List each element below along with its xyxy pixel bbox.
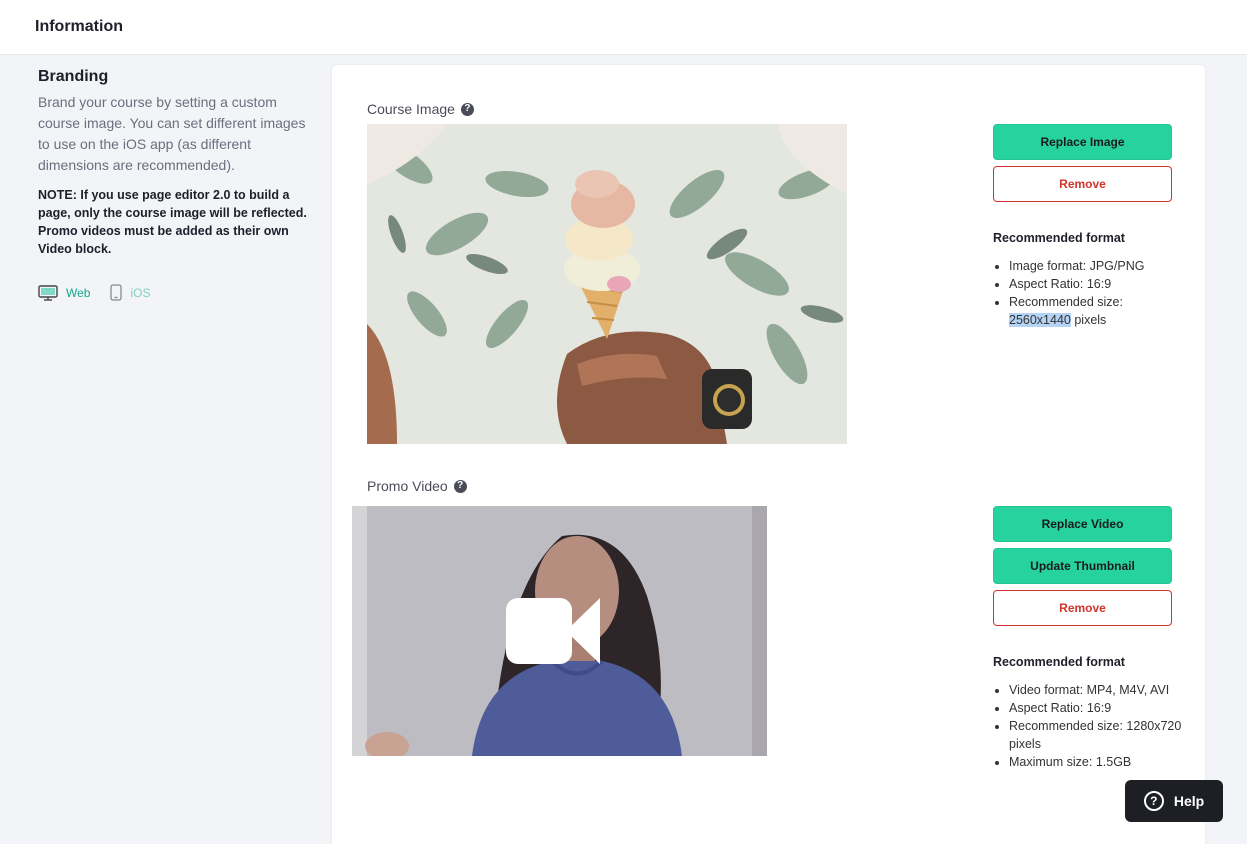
branding-title: Branding: [38, 68, 109, 85]
video-camera-icon: [506, 598, 600, 664]
image-format-item: Recommended size: 2560x1440 pixels: [1009, 293, 1183, 329]
course-image-label-text: Course Image: [367, 101, 455, 117]
monitor-icon: [38, 284, 58, 301]
image-size-suffix: pixels: [1070, 313, 1107, 327]
tab-ios[interactable]: iOS: [110, 284, 150, 301]
video-format-info: Recommended format Video format: MP4, M4…: [993, 655, 1183, 771]
replace-image-button[interactable]: Replace Image: [993, 124, 1172, 160]
help-label: Help: [1173, 793, 1205, 809]
replace-video-button[interactable]: Replace Video: [993, 506, 1172, 542]
video-format-item: Recommended size: 1280x720 pixels: [1009, 717, 1183, 753]
question-icon[interactable]: ?: [460, 102, 474, 116]
branding-panel: Branding Brand your course by setting a …: [38, 68, 320, 258]
image-size-label: Recommended size:: [1009, 295, 1123, 309]
phone-icon: [110, 284, 123, 301]
question-icon[interactable]: ?: [453, 479, 467, 493]
page-title: Information: [35, 18, 123, 35]
image-format-item: Image format: JPG/PNG: [1009, 257, 1183, 275]
video-format-item: Video format: MP4, M4V, AVI: [1009, 681, 1183, 699]
help-button[interactable]: ? Help: [1125, 780, 1223, 822]
remove-video-button[interactable]: Remove: [993, 590, 1172, 626]
video-format-item: Maximum size: 1.5GB: [1009, 753, 1183, 771]
top-header: Information: [0, 0, 1247, 55]
image-format-title: Recommended format: [993, 231, 1125, 245]
promo-video-label: Promo Video ?: [367, 478, 467, 494]
tab-web[interactable]: Web: [38, 284, 91, 301]
image-format-item: Aspect Ratio: 16:9: [1009, 275, 1183, 293]
course-image-preview: [367, 124, 847, 444]
video-format-item: Aspect Ratio: 16:9: [1009, 699, 1183, 717]
image-format-info: Recommended format Image format: JPG/PNG…: [993, 231, 1183, 329]
course-image-label: Course Image ?: [367, 101, 474, 117]
image-size-value: 2560x1440: [1009, 313, 1071, 327]
update-thumbnail-button[interactable]: Update Thumbnail: [993, 548, 1172, 584]
media-card: Course Image ? Replace Image Remove Reco…: [331, 64, 1206, 844]
tab-web-label: Web: [66, 285, 91, 300]
question-circle-icon: ?: [1143, 791, 1164, 811]
ice-cream-photo: [367, 124, 847, 444]
promo-video-label-text: Promo Video: [367, 478, 448, 494]
branding-description: Brand your course by setting a custom co…: [38, 94, 306, 173]
video-format-title: Recommended format: [993, 655, 1125, 669]
promo-video-preview[interactable]: [352, 506, 767, 756]
platform-tabs: Web iOS: [38, 284, 150, 301]
tab-ios-label: iOS: [130, 285, 151, 300]
remove-image-button[interactable]: Remove: [993, 166, 1172, 202]
branding-note: NOTE: If you use page editor 2.0 to buil…: [38, 188, 307, 256]
